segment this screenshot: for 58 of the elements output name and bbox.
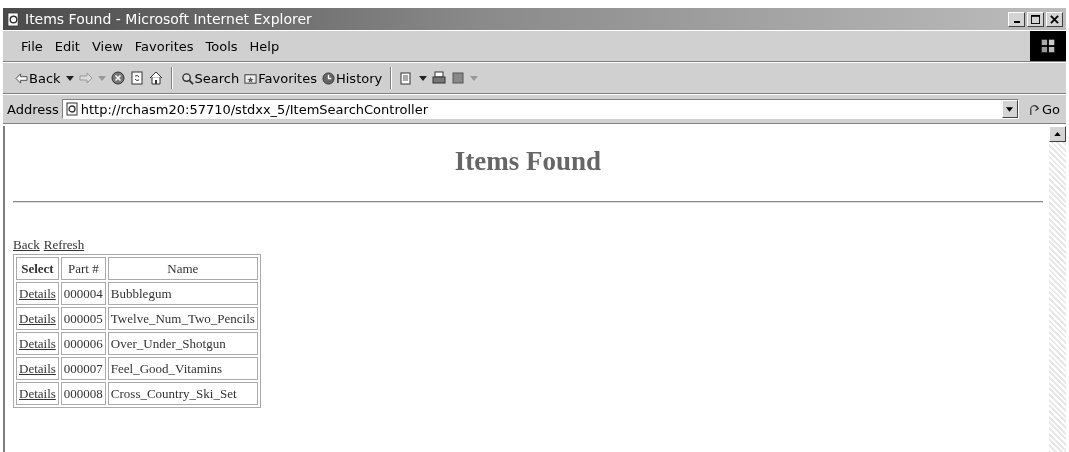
up-arrow-icon[interactable] [1054,132,1061,136]
details-link[interactable]: Details [19,385,56,401]
menu-item[interactable]: File [15,38,49,54]
table-cell: 000008 [60,382,106,405]
dropdown-icon[interactable] [65,75,74,81]
table-cell: Feel_Good_Vitamins [107,357,258,380]
minimize-icon [1013,21,1020,23]
back-button[interactable]: Back [15,70,61,86]
dropdown-button[interactable] [1001,100,1018,118]
table-cell: 000007 [60,357,106,380]
history-button[interactable]: History [321,70,383,86]
address-label: Address [7,101,59,117]
address-field[interactable]: http://rchasm20:57710/stdxx_5/ItemSearchController [61,99,1019,119]
table-cell: Twelve_Num_Two_Pencils [107,307,258,330]
close-button[interactable] [1046,11,1063,27]
maximize-button[interactable] [1027,11,1044,27]
details-link[interactable]: Details [19,310,56,326]
details-link[interactable]: Details [19,335,56,351]
scrollbar[interactable] [1049,126,1066,452]
column-header: Select [16,257,59,280]
menu-item[interactable]: Tools [199,38,244,54]
menu-item[interactable]: View [85,38,129,54]
favorites-button[interactable]: Favorites [244,70,317,86]
go-button[interactable]: Go [1021,101,1066,117]
column-header: Part # [60,257,106,280]
link[interactable]: Back [13,237,40,253]
table-cell: Bubblegum [107,282,258,305]
details-link[interactable]: Details [19,285,56,301]
print-icon[interactable] [432,71,447,85]
refresh-icon[interactable] [129,71,144,85]
minimize-button[interactable] [1008,11,1025,27]
details-link[interactable]: Details [19,360,56,376]
column-header: Name [107,257,258,280]
page-icon [6,11,21,27]
star-folder-icon [244,71,258,85]
menu-item[interactable]: Help [243,38,286,54]
table-cell: Cross_Country_Ski_Set [107,382,258,405]
page-icon [64,102,79,116]
back-arrow-icon [15,72,28,84]
table-cell: 000006 [60,332,106,355]
home-icon[interactable] [148,71,163,85]
search-icon [180,71,194,85]
table-cell: Over_Under_Shotgun [107,332,258,355]
search-button[interactable]: Search [180,70,240,86]
window-title: Items Found - Microsoft Internet Explorer [25,11,313,27]
link[interactable]: Refresh [43,237,85,253]
table-cell: 000005 [60,307,106,330]
clock-icon [321,71,335,85]
maximize-icon [1031,14,1040,24]
menu-item[interactable]: Favorites [128,38,200,54]
stop-icon[interactable] [110,71,125,85]
table-cell: 000004 [60,282,106,305]
dropdown-icon[interactable] [419,75,428,81]
close-icon [1050,14,1059,24]
curved-arrow-icon [1027,102,1041,116]
page-heading: Items Found [453,146,603,177]
caret-icon [1006,106,1014,112]
menu-item[interactable]: Edit [48,38,86,54]
